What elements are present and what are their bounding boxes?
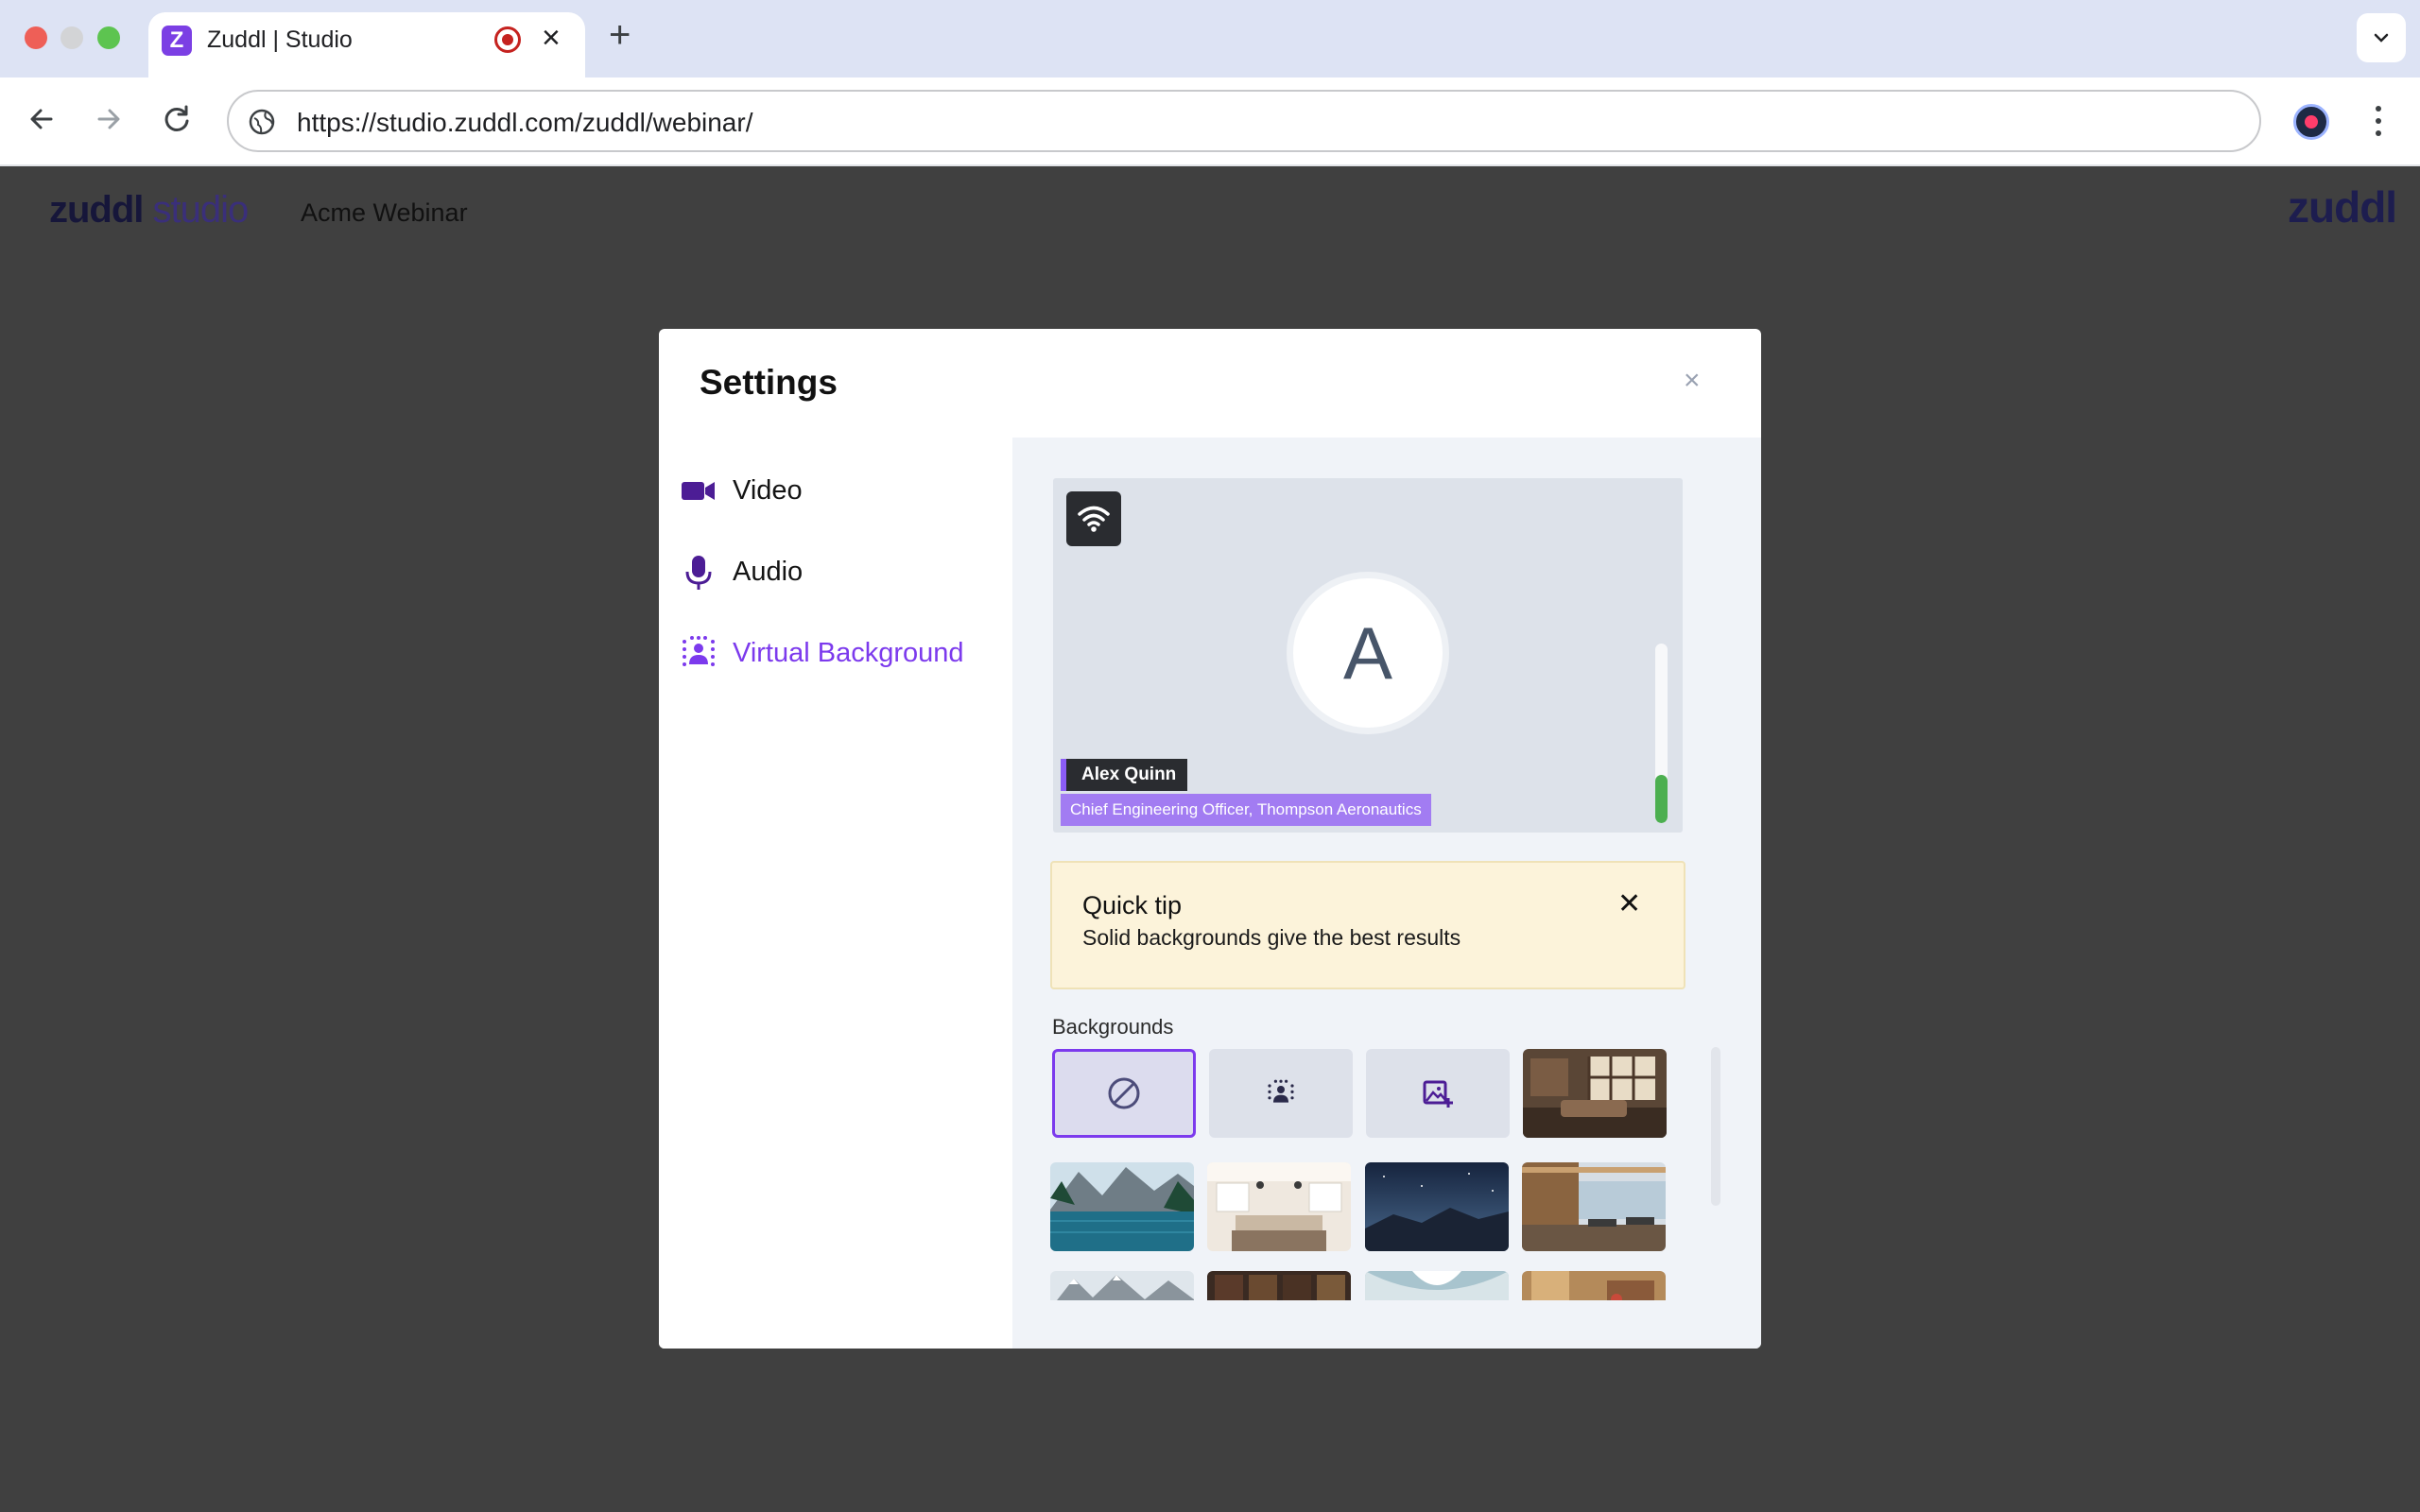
library-image [1207, 1271, 1351, 1300]
chevron-down-icon [2374, 33, 2389, 43]
avatar-ring: A [1287, 572, 1449, 734]
background-image-tile[interactable] [1365, 1271, 1509, 1300]
modal-title: Settings [700, 363, 838, 402]
arrow-right-icon [97, 109, 120, 129]
snowy-peaks-image [1050, 1271, 1194, 1300]
tab-search-button[interactable] [2357, 13, 2406, 62]
background-image-tile[interactable] [1207, 1271, 1351, 1300]
kitchen-image [1207, 1162, 1351, 1251]
mountain-lake-image [1050, 1162, 1194, 1251]
window-minimize-button[interactable] [60, 26, 83, 49]
background-upload-option[interactable] [1366, 1049, 1510, 1138]
background-blur-option[interactable] [1209, 1049, 1353, 1138]
living-room-image [1523, 1049, 1667, 1138]
window-close-button[interactable] [25, 26, 47, 49]
video-camera-icon [682, 482, 715, 500]
tab-close-icon[interactable]: × [542, 22, 561, 54]
avatar: A [1293, 578, 1443, 728]
forward-button[interactable] [88, 98, 130, 140]
microphone-icon [685, 556, 712, 590]
modal-header: Settings × [659, 329, 1761, 438]
quick-tip-title: Quick tip [1082, 891, 1183, 919]
settings-modal: Settings × Video Audio Virtual Backgroun… [659, 329, 1761, 1349]
background-image-tile[interactable] [1365, 1162, 1509, 1251]
address-bar[interactable]: https://studio.zuddl.com/zuddl/webinar/ [227, 90, 2261, 152]
browser-tab[interactable]: Z Zuddl | Studio × [148, 12, 585, 77]
browser-tab-bar: Z Zuddl | Studio × + [0, 0, 2420, 77]
window-zoom-button[interactable] [97, 26, 120, 49]
virtual-background-icon [683, 636, 715, 666]
background-image-tile[interactable] [1522, 1162, 1666, 1251]
sidebar-item-label: Audio [733, 557, 804, 587]
night-sky-image [1365, 1162, 1509, 1251]
warm-interior-image [1522, 1271, 1666, 1300]
background-image-tile[interactable] [1050, 1162, 1194, 1251]
reload-button[interactable] [157, 98, 199, 140]
event-name: Acme Webinar [301, 198, 468, 227]
participant-title-tag: Chief Engineering Officer, Thompson Aero… [1061, 794, 1431, 826]
recording-indicator-icon [494, 26, 521, 53]
extension-icon[interactable] [2293, 104, 2329, 140]
logo-light-text: studio [152, 189, 250, 231]
no-background-icon [1108, 1077, 1140, 1109]
settings-sidebar: Video Audio Virtual Background [659, 438, 1012, 1349]
zuddl-brand-logo: zuddl [2288, 182, 2397, 232]
audio-level-fill [1655, 774, 1668, 823]
url-text: https://studio.zuddl.com/zuddl/webinar/ [297, 108, 753, 137]
background-none-option[interactable] [1052, 1049, 1196, 1138]
backgrounds-scrollbar[interactable] [1711, 1047, 1720, 1206]
arrow-left-icon [30, 109, 53, 129]
background-image-tile[interactable] [1523, 1049, 1667, 1138]
camera-preview: A Alex Quinn Chief Engineering Officer, … [1053, 478, 1683, 833]
backgrounds-label: Backgrounds [1052, 1015, 1174, 1039]
browser-menu-icon[interactable] [2363, 100, 2394, 142]
add-image-icon [1423, 1080, 1453, 1108]
site-info-icon[interactable] [248, 108, 276, 136]
blur-background-icon [1268, 1079, 1294, 1103]
quick-tip-banner: Quick tip Solid backgrounds give the bes… [1050, 861, 1685, 989]
quick-tip-text: Solid backgrounds give the best results [1082, 925, 1461, 950]
zuddl-favicon-icon: Z [162, 26, 192, 56]
sidebar-item-label: Virtual Background [733, 638, 964, 668]
quick-tip-close-icon[interactable]: ✕ [1617, 887, 1641, 920]
logo-bold-text: zuddl [49, 189, 144, 231]
participant-name-tag: Alex Quinn [1061, 759, 1188, 791]
seaside-cafe-image [1522, 1162, 1666, 1251]
audio-level-meter [1655, 644, 1668, 823]
network-status-button[interactable] [1066, 491, 1121, 546]
abstract-teal-image [1365, 1271, 1509, 1300]
wifi-icon [1078, 506, 1110, 532]
settings-content: A Alex Quinn Chief Engineering Officer, … [1012, 438, 1761, 1349]
background-image-tile[interactable] [1050, 1271, 1194, 1300]
backgrounds-grid [1050, 1047, 1693, 1300]
modal-close-icon[interactable]: × [1684, 365, 1701, 397]
tab-title: Zuddl | Studio [207, 26, 353, 53]
reload-icon [164, 105, 189, 131]
background-image-tile[interactable] [1207, 1162, 1351, 1251]
back-button[interactable] [21, 98, 62, 140]
zuddl-studio-logo: zuddl studio [49, 189, 250, 232]
background-image-tile[interactable] [1522, 1271, 1666, 1300]
new-tab-icon[interactable]: + [609, 16, 631, 54]
sidebar-item-label: Video [733, 475, 803, 506]
browser-toolbar: https://studio.zuddl.com/zuddl/webinar/ [0, 77, 2420, 166]
